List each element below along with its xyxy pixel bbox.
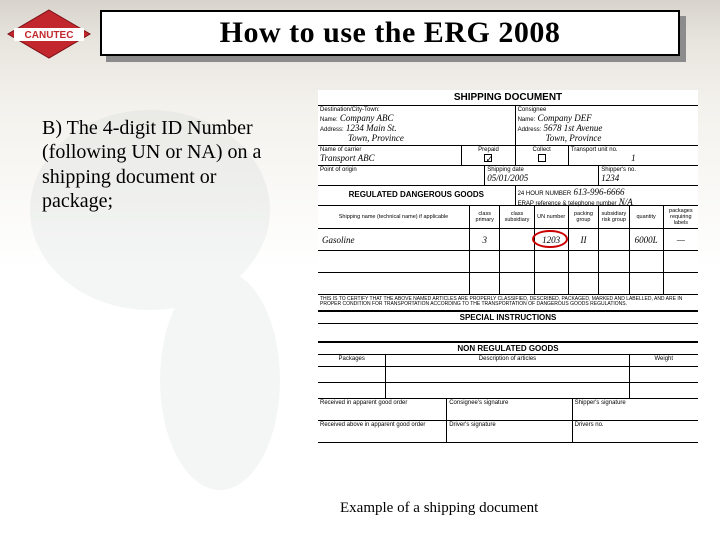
doc-header: SHIPPING DOCUMENT: [318, 90, 698, 106]
rdg-row-empty: [318, 251, 698, 273]
rdg-bar: REGULATED DANGEROUS GOODS: [318, 186, 516, 205]
special-instructions-bar: SPECIAL INSTRUCTIONS: [318, 311, 698, 324]
un-number: 1203: [542, 235, 560, 245]
rdg-row: Gasoline 3 1203 II 6000L —: [318, 229, 698, 251]
emergency-number: 613-996-6666: [574, 187, 625, 197]
logo-text: CANUTEC: [25, 30, 74, 41]
canutec-logo: CANUTEC: [6, 8, 92, 60]
consignee-name: Company DEF: [538, 113, 592, 123]
slide-title: How to use the ERG 2008: [220, 16, 561, 50]
carrier-name: Transport ABC: [320, 153, 459, 163]
title-bar: How to use the ERG 2008: [100, 10, 680, 56]
shipping-document: SHIPPING DOCUMENT Destination/City-Town:…: [318, 90, 698, 490]
slide: CANUTEC How to use the ERG 2008 B) The 4…: [0, 0, 720, 540]
certification-text: THIS IS TO CERTIFY THAT THE ABOVE NAMED …: [318, 295, 698, 311]
rdg-row-empty: [318, 273, 698, 295]
item-name: Gasoline: [322, 235, 355, 245]
body-paragraph: B) The 4-digit ID Number (following UN o…: [42, 116, 272, 214]
rdg-columns: Shipping name (technical name) if applic…: [318, 206, 698, 229]
non-regulated-bar: NON REGULATED GOODS: [318, 342, 698, 355]
figure-caption: Example of a shipping document: [340, 500, 538, 517]
ship-date: 05/01/2005: [487, 173, 596, 183]
shipper-name: Company ABC: [340, 113, 394, 123]
